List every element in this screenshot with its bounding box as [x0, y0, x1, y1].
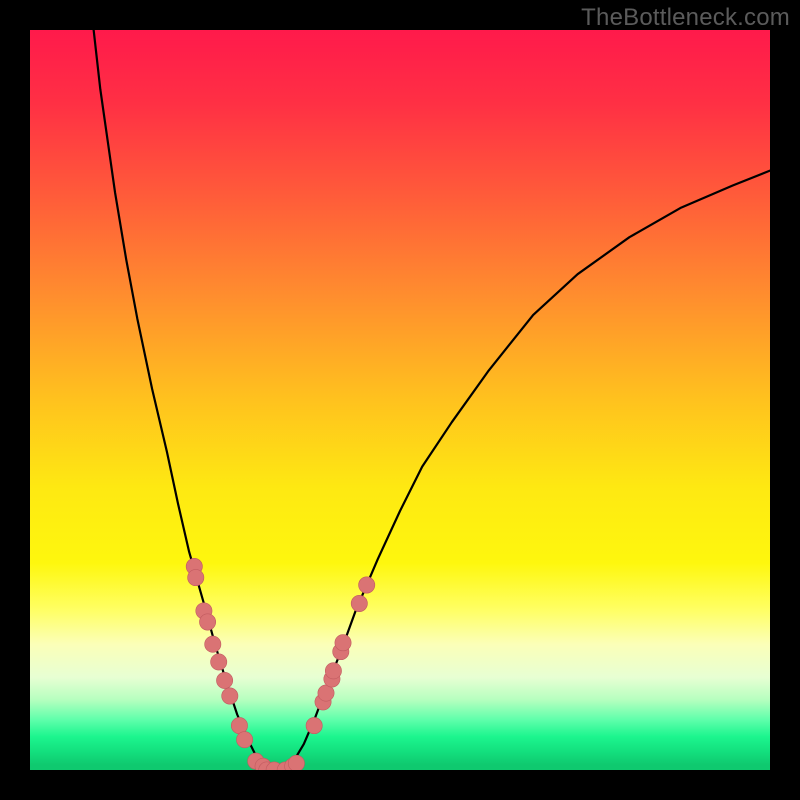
- bottleneck-curve: [94, 30, 770, 770]
- data-marker: [236, 732, 252, 748]
- data-marker: [216, 672, 232, 688]
- data-marker: [199, 614, 215, 630]
- data-marker: [325, 663, 341, 679]
- data-marker: [211, 654, 227, 670]
- data-marker: [359, 577, 375, 593]
- data-marker: [222, 688, 238, 704]
- data-marker: [288, 755, 304, 770]
- data-marker: [306, 717, 322, 733]
- data-marker: [188, 569, 204, 585]
- curve-layer: [30, 30, 770, 770]
- data-marker: [205, 636, 221, 652]
- data-marker: [351, 595, 367, 611]
- chart-frame: TheBottleneck.com: [0, 0, 800, 800]
- plot-area: [30, 30, 770, 770]
- marker-group: [186, 558, 375, 770]
- data-marker: [335, 635, 351, 651]
- watermark-text: TheBottleneck.com: [581, 4, 790, 32]
